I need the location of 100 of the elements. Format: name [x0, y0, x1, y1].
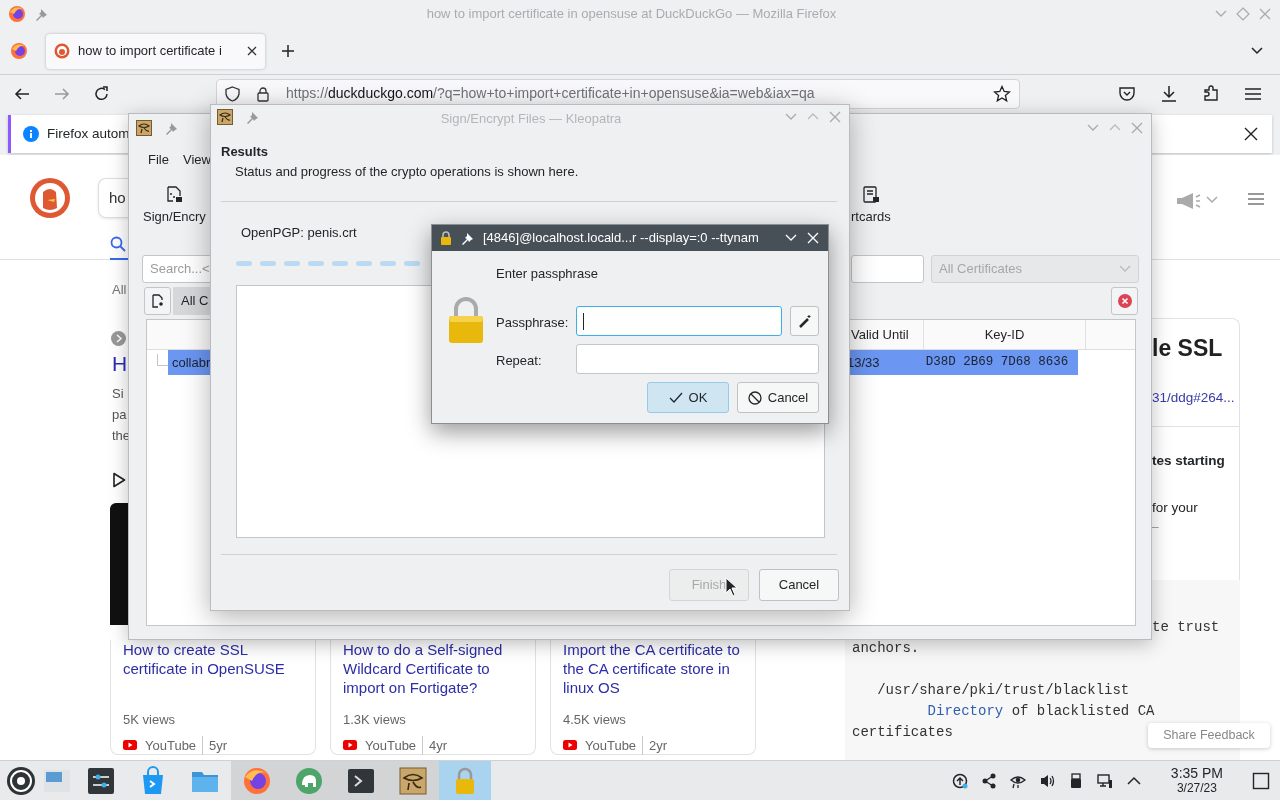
menu-item[interactable]: View — [182, 150, 211, 170]
column-header[interactable]: Valid Until — [851, 320, 924, 349]
snippet-text: pa — [112, 406, 128, 424]
close-icon[interactable] — [1244, 127, 1258, 141]
passphrase-field[interactable] — [576, 306, 782, 336]
taskbar-item[interactable] — [387, 760, 439, 800]
kleopatra-icon — [217, 109, 233, 125]
firefox-icon — [8, 5, 26, 23]
video-title[interactable]: How to create SSL certificate in OpenSUSE — [123, 640, 303, 704]
menu-icon[interactable] — [1247, 192, 1265, 206]
answer-link[interactable]: 31/ddg#264... — [1152, 387, 1239, 408]
new-tab-button[interactable] — [144, 287, 171, 315]
video-source: YouTube — [365, 736, 417, 755]
download-icon[interactable] — [1160, 84, 1178, 103]
clock[interactable]: 3:35 PM 3/27/23 — [1170, 765, 1223, 796]
code-line: /usr/share/pki/trust/blacklist — [876, 681, 1130, 700]
window-title: how to import certificate in opensuse at DuckDuckGo — Mozilla Firefox — [425, 5, 838, 24]
eye-symbol-icon — [398, 765, 428, 796]
table-cell[interactable]: collabr — [168, 350, 212, 375]
volume-icon[interactable] — [1038, 772, 1055, 789]
close-icon[interactable] — [247, 46, 257, 56]
filter-label[interactable]: All — [112, 280, 127, 300]
cancel-icon — [747, 390, 762, 405]
url-text: https://duckduckgo.com/?q=how+to+import+certificate+in+opensuse&ia=web&iax=qa — [286, 84, 816, 103]
sign-file-icon — [166, 186, 183, 203]
network-icon[interactable] — [1096, 772, 1113, 789]
code-line: te trust — [1152, 618, 1220, 637]
clock-date: 3/27/23 — [1175, 780, 1218, 796]
video-card[interactable]: How to do a Self-signed Wildcard Certificate to import on Fortigate? 1.3K views YouTube 4yr — [330, 640, 536, 755]
play-badge-icon — [563, 740, 577, 751]
padlock-icon — [448, 297, 484, 343]
operation-label: OpenPGP: penis.crt — [241, 224, 357, 242]
field-label: Passphrase: — [496, 314, 569, 332]
duck-logo-icon — [54, 43, 70, 59]
duck-logo-icon[interactable] — [30, 178, 70, 218]
snippet-text: Si — [112, 385, 125, 403]
video-title[interactable]: Import the CA certificate to the CA certificate store in linux OS — [563, 640, 743, 704]
puzzle-icon[interactable] — [1202, 84, 1220, 103]
start-menu-icon — [6, 765, 36, 796]
kleopatra-icon — [136, 120, 152, 136]
answer-text: tes starting — [1152, 451, 1226, 470]
code-line: Directory of blacklisted CA — [926, 702, 1155, 721]
lock-icon — [256, 85, 270, 102]
ok-button[interactable]: OK — [647, 382, 729, 413]
video-age: 5yr — [202, 735, 228, 755]
prompt-text: Enter passphrase — [496, 265, 598, 283]
show-desktop-icon[interactable] — [1252, 771, 1270, 790]
video-card[interactable]: How to create SSL certificate in OpenSUSE 5K views YouTube 5yr — [110, 640, 316, 755]
pin-icon[interactable] — [460, 230, 475, 246]
repeat-field[interactable] — [576, 344, 819, 374]
bookmark-star-icon[interactable] — [993, 84, 1011, 103]
info-icon — [23, 126, 39, 142]
answer-text: for your — [1152, 499, 1199, 517]
description-text: Status and progress of the crypto operations is shown here. — [235, 163, 579, 181]
reload-icon[interactable] — [94, 85, 110, 102]
video-age: 4yr — [422, 735, 448, 755]
connect-icon[interactable] — [980, 772, 997, 789]
smartcard-icon — [862, 186, 879, 203]
padlock-icon — [440, 230, 452, 246]
play-badge-icon — [123, 740, 137, 751]
back-icon[interactable] — [14, 85, 30, 102]
cancel-button[interactable]: Cancel — [759, 569, 839, 601]
table-cell[interactable]: D38D 2B69 7D68 8636 — [916, 350, 1078, 375]
window-title: [4846]@localhost.locald...r --display=:0 --ttynam — [483, 229, 760, 248]
cancel-button[interactable]: Cancel — [737, 382, 819, 413]
mouse-pointer-icon — [725, 577, 738, 597]
pocket-icon[interactable] — [1118, 85, 1136, 102]
play-icon[interactable] — [112, 472, 126, 488]
answer-text: – — [1152, 519, 1160, 537]
video-thumbnail[interactable] — [110, 503, 128, 625]
generate-button[interactable] — [790, 306, 819, 336]
check-icon — [668, 391, 683, 404]
result-title[interactable]: H — [112, 348, 128, 380]
clock-time: 3:35 PM — [1170, 765, 1223, 781]
firefox-icon[interactable] — [10, 42, 28, 60]
update-icon[interactable] — [951, 772, 968, 789]
feedback-button[interactable]: Share Feedback — [1148, 723, 1270, 748]
menu-icon[interactable] — [1244, 86, 1262, 101]
settings-icon — [86, 765, 116, 796]
browser-tab[interactable]: how to import certificate i — [46, 33, 265, 69]
tree-branch-icon — [157, 354, 169, 366]
view-count: 4.5K views — [563, 711, 627, 729]
video-age: 2yr — [642, 735, 668, 755]
view-count: 5K views — [123, 711, 177, 729]
window-title: Sign/Encrypt Files — Kleopatra — [439, 110, 623, 128]
clear-filter-button[interactable] — [1111, 287, 1138, 315]
toolbar-button[interactable]: rtcards — [851, 186, 891, 227]
shield-icon — [225, 85, 240, 102]
new-tab-icon[interactable] — [281, 44, 295, 58]
menu-item[interactable]: File — [148, 150, 169, 170]
search-icon[interactable] — [110, 235, 126, 252]
toolbar-button[interactable]: Sign/Encry — [143, 186, 206, 227]
view-tab[interactable]: All C — [173, 287, 211, 315]
video-title[interactable]: How to do a Self-signed Wildcard Certificate to import on Fortigate? — [343, 640, 523, 704]
video-card[interactable]: Import the CA certificate to the CA certificate store in linux OS 4.5K views YouTube 2yr — [550, 640, 756, 755]
search-field[interactable] — [851, 255, 924, 283]
wand-icon — [797, 314, 812, 328]
elephant-icon — [294, 765, 324, 796]
video-source: YouTube — [145, 736, 197, 755]
column-header[interactable]: Key-ID — [924, 320, 1086, 349]
